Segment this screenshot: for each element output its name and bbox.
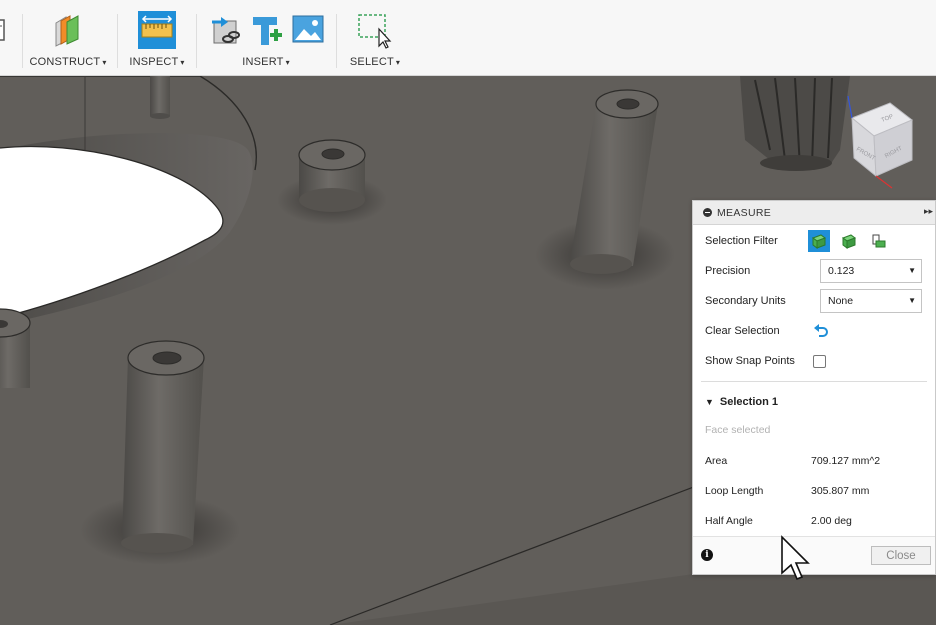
result-half-angle-label: Half Angle bbox=[705, 515, 753, 527]
close-button[interactable]: Close bbox=[871, 546, 931, 565]
info-icon[interactable]: i bbox=[701, 549, 713, 561]
measure-dialog-footer: i Close bbox=[693, 536, 935, 574]
precision-value: 0.123 bbox=[828, 265, 855, 277]
expand-triangle-icon: ▼ bbox=[705, 397, 714, 407]
panel-divider bbox=[701, 381, 927, 382]
inspect-label: INSPECT bbox=[129, 56, 179, 68]
select-label: SELECT bbox=[349, 56, 394, 68]
insert-group[interactable]: INSERT ▾ bbox=[204, 10, 328, 72]
construct-plane-icon bbox=[55, 15, 79, 47]
precision-row: Precision 0.123 ▼ bbox=[705, 259, 935, 283]
result-loop-length-label: Loop Length bbox=[705, 485, 764, 497]
secondary-units-label: Secondary Units bbox=[705, 295, 786, 307]
mouse-pointer-icon bbox=[781, 535, 810, 581]
collapse-icon[interactable] bbox=[703, 208, 712, 217]
result-row: Area 709.127 mm^2 bbox=[705, 452, 935, 470]
post-tall-left[interactable] bbox=[122, 357, 204, 545]
secondary-units-select[interactable]: None ▼ bbox=[820, 289, 922, 313]
result-area-value: 709.127 mm^2 bbox=[811, 455, 881, 467]
window-select-icon bbox=[358, 14, 392, 49]
result-half-angle-value: 2.00 deg bbox=[811, 515, 852, 527]
toolbar-partial-group[interactable] bbox=[0, 10, 8, 72]
filter-face-button[interactable] bbox=[838, 230, 860, 252]
body-filter-icon bbox=[811, 234, 827, 249]
toolbar-separator bbox=[196, 14, 197, 68]
measure-dialog-title: MEASURE bbox=[717, 206, 772, 219]
clear-selection-label: Clear Selection bbox=[705, 325, 780, 337]
result-row: Loop Length 305.807 mm bbox=[705, 482, 935, 500]
clear-selection-button[interactable] bbox=[810, 320, 832, 342]
secondary-units-row: Secondary Units None ▼ bbox=[705, 289, 935, 313]
construct-label: CONSTRUCT bbox=[29, 56, 101, 68]
precision-label: Precision bbox=[705, 265, 751, 277]
select-caret-icon: ▾ bbox=[395, 58, 401, 67]
select-group[interactable]: SELECT ▾ bbox=[344, 10, 406, 72]
clear-selection-row: Clear Selection bbox=[705, 319, 935, 343]
edge-filter-icon bbox=[872, 234, 886, 248]
inspect-caret-icon: ▾ bbox=[180, 58, 185, 67]
insert-derive-icon bbox=[212, 17, 240, 44]
measure-dialog: MEASURE ▸▸ Selection Filter Precision 0.… bbox=[692, 200, 936, 575]
insert-caret-icon: ▾ bbox=[285, 58, 290, 67]
measure-dialog-header[interactable]: MEASURE ▸▸ bbox=[693, 201, 935, 225]
selection-filter-row: Selection Filter bbox=[705, 229, 935, 253]
insert-canvas-icon bbox=[292, 15, 324, 43]
face-filter-icon bbox=[841, 234, 857, 249]
construct-caret-icon: ▾ bbox=[102, 58, 107, 67]
filter-body-button[interactable] bbox=[808, 230, 830, 252]
toolbar: CONSTRUCT ▾ INSPECT ▾ INSERT ▾ SELECT ▾ bbox=[0, 0, 936, 76]
result-loop-length-value: 305.807 mm bbox=[811, 485, 870, 497]
result-row: Half Angle 2.00 deg bbox=[705, 512, 935, 530]
undo-arrow-icon bbox=[814, 324, 828, 337]
selection-1-header[interactable]: ▼ Selection 1 bbox=[705, 391, 778, 413]
inspect-group[interactable]: INSPECT ▾ bbox=[126, 10, 188, 72]
selection-1-title: Selection 1 bbox=[719, 396, 778, 408]
filter-edge-button[interactable] bbox=[868, 230, 890, 252]
measure-ruler-icon bbox=[138, 11, 176, 49]
construct-group[interactable]: CONSTRUCT ▾ bbox=[29, 10, 107, 72]
selection-filter-label: Selection Filter bbox=[705, 235, 778, 247]
secondary-units-value: None bbox=[828, 295, 854, 307]
toolbar-separator bbox=[117, 14, 118, 68]
precision-select[interactable]: 0.123 ▼ bbox=[820, 259, 922, 283]
sketch-icon bbox=[0, 19, 5, 41]
insert-mcmaster-icon bbox=[253, 17, 282, 45]
toolbar-separator bbox=[336, 14, 337, 68]
chevron-down-icon: ▼ bbox=[908, 296, 916, 305]
toolbar-separator bbox=[22, 14, 23, 68]
show-snap-points-checkbox[interactable] bbox=[813, 354, 826, 368]
expand-panel-icon[interactable]: ▸▸ bbox=[924, 206, 933, 217]
chevron-down-icon: ▼ bbox=[908, 266, 916, 275]
selection-status: Face selected bbox=[705, 424, 771, 436]
show-snap-points-label: Show Snap Points bbox=[705, 355, 795, 367]
show-snap-points-row: Show Snap Points bbox=[705, 349, 935, 373]
result-area-label: Area bbox=[705, 455, 728, 467]
insert-label: INSERT bbox=[242, 56, 284, 68]
